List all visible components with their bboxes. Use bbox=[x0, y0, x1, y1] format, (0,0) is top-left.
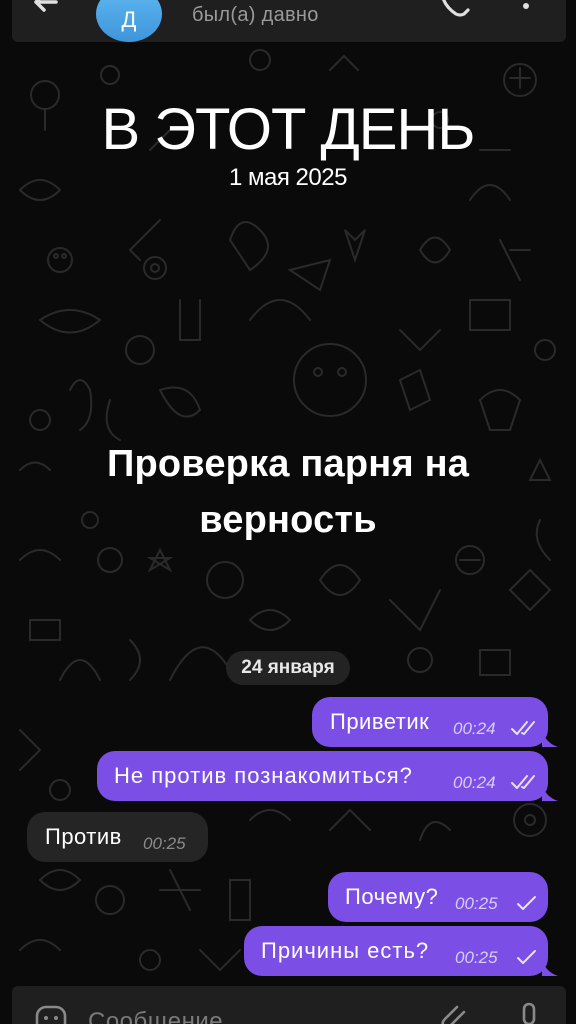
double-check-icon bbox=[511, 775, 535, 789]
date-chip: 24 января bbox=[226, 651, 350, 685]
message-time: 00:25 bbox=[143, 834, 186, 853]
message-time: 00:24 bbox=[453, 719, 496, 738]
overlay-caption: Проверка парня на верность bbox=[106, 443, 470, 541]
message-input[interactable]: Сообщение bbox=[88, 1008, 223, 1024]
chat-screen: Д был(а) давно В ЭТОТ ДЕНЬ 1 мая 2025 Пр… bbox=[0, 0, 576, 1024]
message-text: Причины есть? bbox=[261, 938, 430, 963]
message-bubble-outgoing[interactable]: Не против познакомиться? 00:24 bbox=[97, 751, 548, 801]
message-time: 00:25 bbox=[455, 948, 498, 967]
message-bubble-outgoing[interactable]: Приветик 00:24 bbox=[312, 697, 548, 747]
more-vertical-icon[interactable] bbox=[516, 0, 536, 22]
bubble-tail bbox=[542, 960, 558, 976]
double-check-icon bbox=[511, 721, 535, 735]
overlay-date: 1 мая 2025 bbox=[229, 164, 347, 191]
message-bubble-incoming[interactable]: Против 00:25 bbox=[27, 812, 208, 862]
message-bubble-outgoing[interactable]: Почему? 00:25 bbox=[328, 872, 548, 922]
message-text: Не против познакомиться? bbox=[114, 763, 413, 788]
overlay-title: В ЭТОТ ДЕНЬ bbox=[101, 97, 476, 162]
message-text: Против bbox=[45, 824, 122, 849]
check-icon bbox=[517, 950, 536, 964]
microphone-icon[interactable] bbox=[516, 1002, 542, 1024]
message-time: 00:25 bbox=[455, 894, 498, 913]
back-arrow-icon[interactable] bbox=[26, 0, 66, 28]
emoji-icon[interactable] bbox=[34, 1004, 68, 1024]
message-text: Приветик bbox=[330, 709, 430, 734]
contact-status: был(а) давно bbox=[192, 4, 319, 26]
message-time: 00:24 bbox=[453, 773, 496, 792]
bubble-tail bbox=[542, 731, 558, 747]
check-icon bbox=[517, 896, 536, 910]
bubble-tail bbox=[542, 785, 558, 801]
message-text: Почему? bbox=[345, 884, 439, 909]
phone-icon[interactable] bbox=[438, 0, 472, 22]
message-bubble-outgoing[interactable]: Причины есть? 00:25 bbox=[244, 926, 548, 976]
attach-icon[interactable] bbox=[440, 1004, 470, 1024]
